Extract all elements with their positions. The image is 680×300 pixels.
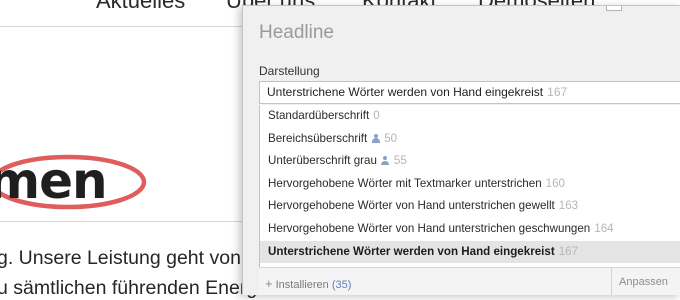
install-button[interactable]: + Installieren (35) — [265, 276, 351, 291]
list-item[interactable]: Hervorgehobene Wörter von Hand unterstri… — [260, 218, 680, 241]
header-divider — [0, 26, 250, 27]
list-item[interactable]: Standardüberschrift 0 — [260, 105, 680, 128]
user-icon — [381, 156, 390, 166]
option-label: Unterüberschrift grau — [268, 154, 377, 168]
list-item[interactable]: Unterstrichene Wörter werden von Hand ei… — [260, 240, 680, 264]
option-label: Hervorgehobene Wörter von Hand unterstri… — [268, 199, 555, 213]
list-item[interactable]: Hervorgehobene Wörter von Hand unterstri… — [260, 195, 680, 218]
select-count: 167 — [547, 85, 568, 99]
darstellung-label: Darstellung — [259, 64, 320, 78]
select-value: Unterstrichene Wörter werden von Hand ei… — [267, 85, 544, 99]
list-item[interactable]: Hervorgehobene Wörter mit Textmarker unt… — [260, 173, 680, 196]
darstellung-select[interactable]: Unterstrichene Wörter werden von Hand ei… — [259, 81, 680, 104]
logo-text: men — [0, 152, 108, 210]
option-count: 160 — [545, 176, 565, 190]
footer-divider — [611, 268, 612, 295]
content-divider — [0, 221, 250, 222]
option-count: 50 — [384, 131, 398, 145]
headline-dialog: Headline Darstellung Unterstrichene Wört… — [242, 5, 680, 295]
darstellung-options-list: Standardüberschrift 0 Bereichsüberschrift 5… — [259, 105, 680, 267]
dialog-footer: + Installieren (35) Anpassen — [259, 267, 680, 295]
dialog-title: Headline — [259, 22, 334, 43]
option-count: 0 — [373, 109, 380, 122]
list-item[interactable]: Bereichsüberschrift 50 — [260, 128, 680, 151]
option-count: 164 — [594, 221, 614, 235]
logo: men — [0, 140, 250, 220]
option-count: 55 — [393, 154, 407, 168]
option-label: Standardüberschrift — [268, 109, 370, 122]
option-label: Hervorgehobene Wörter mit Textmarker unt… — [268, 176, 542, 190]
plus-icon: + — [265, 276, 273, 291]
user-icon — [371, 133, 380, 143]
list-item[interactable]: Unterüberschrift grau 55 — [260, 150, 680, 173]
option-label: Unterstrichene Wörter werden von Hand ei… — [268, 244, 555, 258]
option-count: 163 — [558, 199, 579, 213]
nav-link-aktuelles[interactable]: Aktuelles — [96, 0, 185, 14]
window-control-box[interactable] — [606, 6, 622, 11]
option-label: Bereichsüberschrift — [268, 131, 368, 145]
option-count: 167 — [558, 244, 579, 258]
install-count: (35) — [331, 279, 352, 291]
body-text-line: g. Unsere Leistung geht von — [0, 247, 241, 269]
option-label: Hervorgehobene Wörter von Hand unterstri… — [268, 221, 591, 235]
adjust-button[interactable]: Anpassen — [619, 276, 668, 288]
install-label: Installieren — [275, 279, 329, 291]
